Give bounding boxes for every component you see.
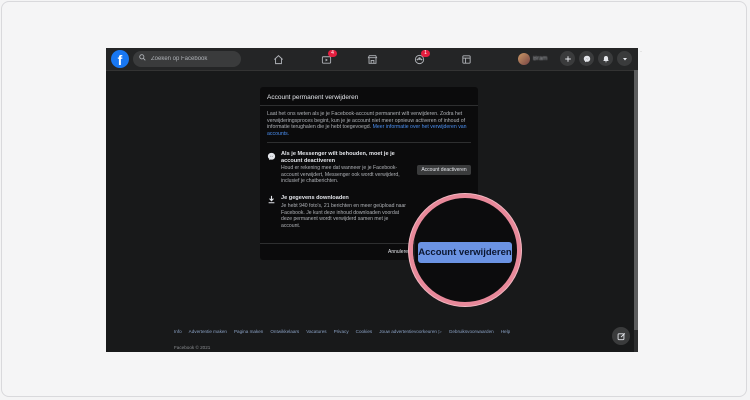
compose-icon <box>617 332 625 340</box>
messenger-section-text: Houd er rekening mee dat wanneer je je F… <box>281 165 400 184</box>
divider <box>267 142 471 143</box>
profile-shortcut[interactable]: Bram <box>518 52 547 66</box>
nav-watch[interactable]: 4 <box>314 48 338 70</box>
download-section-title: Je gegevens downloaden <box>281 195 349 201</box>
footer-link[interactable]: Jouw advertentievoorkeuren ▷ <box>379 329 442 335</box>
zoom-magnifier: Account verwijderen <box>409 194 521 306</box>
dialog-intro: Laat het ons weten als je je Facebook-ac… <box>267 111 471 137</box>
footer-link[interactable]: Info <box>174 329 182 335</box>
messenger-section-title: Als je Messenger wilt behouden, moet je … <box>281 151 395 164</box>
facebook-logo-icon[interactable]: f <box>111 50 129 68</box>
dialog-title: Account permanent verwijderen <box>267 94 359 101</box>
gaming-icon <box>461 54 471 64</box>
divider <box>260 105 478 106</box>
account-menu-button[interactable] <box>617 51 632 66</box>
nav-marketplace[interactable] <box>360 48 384 70</box>
avatar <box>518 53 530 65</box>
footer-link[interactable]: Help <box>501 329 510 335</box>
footer-link[interactable]: Cookies <box>356 329 373 335</box>
messenger-icon <box>583 55 590 62</box>
facebook-window: f 4 <box>106 48 638 352</box>
groups-notification-badge: 1 <box>421 50 430 57</box>
notifications-button[interactable] <box>598 51 613 66</box>
messenger-button[interactable] <box>579 51 594 66</box>
profile-name: Bram <box>533 56 548 62</box>
nav-gaming[interactable] <box>454 48 478 70</box>
deactivate-account-button[interactable]: Account deactiveren <box>417 165 471 175</box>
footer-link[interactable]: Advertentie maken <box>189 329 227 335</box>
footer-link[interactable]: Ontwikkelaars <box>270 329 299 335</box>
marketplace-icon <box>367 54 377 64</box>
footer-links: Info Advertentie maken Pagina maken Ontw… <box>174 329 594 335</box>
plus-icon <box>564 55 571 62</box>
copyright-text: Facebook © 2021 <box>174 345 211 350</box>
caret-down-icon <box>622 57 627 60</box>
download-section-text: Je hebt 940 foto's, 21 berichten en meer… <box>281 203 407 229</box>
search-input[interactable] <box>151 51 239 67</box>
nav-groups[interactable]: 1 <box>407 48 431 70</box>
footer-link[interactable]: Gebruiksvoorwaarden <box>449 329 494 335</box>
bell-icon <box>602 55 609 62</box>
search-box[interactable] <box>133 51 241 67</box>
footer-link[interactable]: Pagina maken <box>234 329 263 335</box>
zoomed-button-edge <box>413 238 415 268</box>
scrollbar-thumb[interactable] <box>634 70 638 330</box>
download-icon <box>268 195 275 204</box>
home-icon <box>273 54 283 64</box>
nav-home[interactable] <box>266 48 290 70</box>
search-icon <box>139 54 146 61</box>
top-navigation-bar: f 4 <box>106 48 638 71</box>
footer-link[interactable]: Vacatures <box>306 329 326 335</box>
footer-link[interactable]: Privacy <box>334 329 349 335</box>
messenger-icon <box>267 152 276 161</box>
create-button[interactable] <box>560 51 575 66</box>
watch-notification-badge: 4 <box>328 50 337 57</box>
delete-account-button[interactable]: Account verwijderen <box>418 242 512 263</box>
new-message-button[interactable] <box>612 327 630 345</box>
window-resize-icon: · <box>640 49 642 55</box>
